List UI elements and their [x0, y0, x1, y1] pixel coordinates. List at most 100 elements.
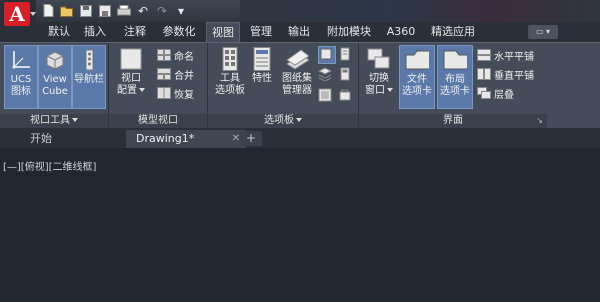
- file-tabs-icon: [405, 48, 429, 72]
- viewcube-label-1: View: [43, 74, 67, 85]
- doc-tab-drawing1[interactable]: Drawing1* ✕: [126, 130, 246, 148]
- named-label: 命名: [174, 51, 194, 63]
- join-label: 合并: [174, 70, 194, 82]
- restore-viewports-icon: [157, 87, 171, 99]
- panel-interface: 切换 窗口 文件 选项卡 布局 选项卡 水平平铺 垂直平铺 层叠 界面 ↘: [359, 43, 547, 128]
- tool-palettes-label-1: 工具: [220, 73, 240, 84]
- cascade-icon: [477, 87, 491, 99]
- panel-viewport-tools: UCS 图标 View Cube 导航栏 视口工具: [0, 43, 109, 128]
- tool-palettes-button[interactable]: 工具 选项板: [212, 45, 248, 107]
- ucs-icon-button[interactable]: UCS 图标: [4, 45, 38, 109]
- tab-output[interactable]: 输出: [286, 22, 312, 42]
- dialog-launcher-icon[interactable]: ↘: [536, 114, 543, 128]
- document-tab-bar: 开始 Drawing1* ✕ +: [0, 128, 600, 148]
- save-as-icon[interactable]: [97, 3, 113, 18]
- external-references-icon[interactable]: [338, 47, 352, 61]
- chevron-down-icon: [387, 88, 393, 92]
- panel-title-text: 视口工具: [30, 115, 70, 126]
- panel-title-model-viewports[interactable]: 模型视口: [109, 114, 207, 128]
- viewport-configuration-button[interactable]: 视口 配置: [113, 45, 149, 107]
- tile-horizontal-icon: [477, 49, 491, 61]
- layout-tabs-label-2: 选项卡: [440, 86, 470, 97]
- undo-icon[interactable]: ↶: [135, 3, 151, 18]
- layout-tabs-button[interactable]: 布局 选项卡: [437, 45, 473, 109]
- autocad-logo-icon: A: [4, 2, 30, 26]
- layout-tabs-icon: [443, 48, 467, 72]
- panel-title-interface[interactable]: 界面 ↘: [359, 114, 547, 128]
- panel-title-palettes[interactable]: 选项板: [208, 114, 358, 128]
- viewport-controls-label[interactable]: [—][俯视][二维线框]: [3, 158, 96, 173]
- customize-icon[interactable]: ▾: [173, 3, 189, 18]
- named-viewports-button[interactable]: 命名: [157, 47, 194, 63]
- tab-addins[interactable]: 附加模块: [324, 22, 374, 42]
- quick-access-toolbar: ↶ ↷ ▾: [40, 3, 189, 18]
- drawing-canvas[interactable]: [—][俯视][二维线框]: [0, 148, 600, 302]
- tile-vertical-icon: [477, 68, 491, 80]
- tab-view[interactable]: 视图: [206, 22, 240, 42]
- viewport-config-label-1: 视口: [121, 73, 141, 84]
- named-viewports-icon: [157, 49, 171, 61]
- switch-windows-button[interactable]: 切换 窗口: [363, 45, 395, 107]
- doc-tab-start-label: 开始: [30, 132, 52, 145]
- interface-title-text: 界面: [443, 115, 463, 126]
- save-icon[interactable]: [78, 3, 94, 18]
- tab-annotate[interactable]: 注释: [122, 22, 148, 42]
- close-icon[interactable]: ✕: [232, 130, 240, 148]
- tile-horizontally-button[interactable]: 水平平铺: [477, 47, 534, 63]
- join-viewports-icon: [157, 68, 171, 80]
- tile-horizontal-label: 水平平铺: [494, 51, 534, 63]
- panel-model-viewports: 视口 配置 命名 合并 恢复 模型视口: [109, 43, 208, 128]
- file-tabs-label-2: 选项卡: [402, 86, 432, 97]
- sheet-set-manager-button[interactable]: 图纸集 管理器: [278, 45, 316, 107]
- properties-button[interactable]: 特性: [248, 45, 276, 107]
- join-viewports-button[interactable]: 合并: [157, 66, 194, 82]
- panel-title-viewport-tools[interactable]: 视口工具: [0, 114, 108, 128]
- palette-toggle-1-icon[interactable]: [318, 46, 336, 64]
- tab-parametric[interactable]: 参数化: [160, 22, 198, 42]
- navbar-icon: [77, 48, 101, 72]
- restore-viewports-button[interactable]: 恢复: [157, 85, 194, 101]
- sheet-set-label-1: 图纸集: [282, 73, 312, 84]
- viewport-config-label-2: 配置: [113, 85, 149, 97]
- file-tabs-label-1: 文件: [407, 74, 427, 85]
- viewcube-icon: [43, 48, 67, 72]
- new-drawing-tab-button[interactable]: +: [240, 131, 262, 146]
- tool-palettes-icon: [218, 47, 242, 71]
- viewcube-button[interactable]: View Cube: [38, 45, 72, 109]
- tool-palettes-label-2: 选项板: [215, 85, 245, 96]
- ucs-axis-icon: [9, 48, 33, 72]
- tab-featured-apps[interactable]: 精选应用: [428, 22, 478, 42]
- open-icon[interactable]: [59, 3, 75, 18]
- ucs-label-1: UCS: [10, 74, 32, 85]
- restore-label: 恢复: [174, 89, 194, 101]
- cascade-button[interactable]: 层叠: [477, 85, 514, 101]
- chevron-down-icon: [72, 118, 78, 122]
- tab-a360[interactable]: A360: [384, 22, 418, 42]
- print-icon[interactable]: [116, 3, 132, 18]
- file-tabs-button[interactable]: 文件 选项卡: [399, 45, 435, 109]
- tab-insert[interactable]: 插入: [82, 22, 108, 42]
- tab-default[interactable]: 默认: [46, 22, 72, 42]
- tile-vertically-button[interactable]: 垂直平铺: [477, 66, 534, 82]
- panel-palettes: 工具 选项板 特性 图纸集 管理器 选项板: [208, 43, 359, 128]
- chevron-down-icon: [296, 118, 302, 122]
- title-bar-background: [240, 0, 600, 22]
- navigation-bar-button[interactable]: 导航栏: [72, 45, 106, 109]
- cascade-label: 层叠: [494, 89, 514, 101]
- design-center-icon[interactable]: [318, 88, 332, 102]
- application-menu-button[interactable]: A: [0, 0, 36, 42]
- calculator-icon[interactable]: [338, 67, 352, 81]
- layer-properties-icon[interactable]: [317, 67, 333, 82]
- new-icon[interactable]: [40, 3, 56, 18]
- layout-tabs-label-1: 布局: [445, 74, 465, 85]
- tab-manage[interactable]: 管理: [248, 22, 274, 42]
- properties-icon: [250, 47, 274, 71]
- viewport-config-icon: [119, 47, 143, 71]
- ribbon-display-toggle-icon[interactable]: ▭ ▾: [528, 25, 558, 39]
- redo-icon[interactable]: ↷: [154, 3, 170, 18]
- markup-set-icon[interactable]: [338, 88, 352, 102]
- ucs-label-2: 图标: [11, 86, 31, 97]
- properties-label: 特性: [252, 73, 272, 84]
- doc-tab-drawing1-label: Drawing1*: [136, 132, 195, 145]
- doc-tab-start[interactable]: 开始: [20, 130, 130, 148]
